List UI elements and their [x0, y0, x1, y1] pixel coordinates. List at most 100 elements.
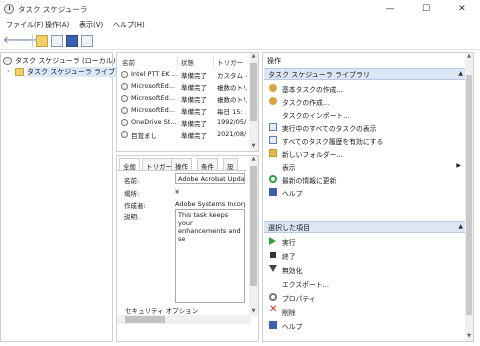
delete-icon: ✕ — [269, 304, 278, 315]
task-details-panel: 全般 トリガー 操作 条件 設 名前: Adobe Acrobat Updat … — [116, 155, 259, 342]
tab-actions[interactable]: 操作 — [171, 158, 192, 171]
run-icon — [269, 237, 276, 245]
navigation-tree: タスク スケジューラ (ローカル) › タスク スケジューラ ライブラリ — [0, 52, 129, 342]
forward-arrow-icon[interactable]: 🡒 — [17, 35, 44, 47]
table-row[interactable]: Intel PTT EK ... 準備完了 カスタム イ — [117, 69, 247, 80]
disable-icon — [269, 265, 277, 272]
details-scrollbar[interactable]: ▲ ▼ — [249, 156, 258, 316]
end-icon — [270, 252, 276, 258]
menu-help[interactable]: ヘルプ(H) — [113, 20, 145, 30]
menu-file[interactable]: ファイル(F) — [6, 20, 44, 30]
column-header-status[interactable]: 状態 — [181, 57, 194, 67]
task-icon — [121, 131, 128, 138]
actions-scrollbar[interactable]: ▲ ▼ — [465, 53, 473, 341]
action-delete[interactable]: ✕ 削除 — [264, 304, 467, 318]
refresh-icon — [269, 175, 277, 183]
action-import-task[interactable]: タスクのインポート... — [264, 108, 467, 120]
scroll-down-icon[interactable]: ▼ — [249, 143, 258, 151]
action-export[interactable]: エクスポート... — [264, 277, 467, 289]
task-scheduler-icon — [4, 4, 14, 14]
create-task-icon — [269, 97, 277, 105]
action-create-basic-task[interactable]: 基本タスクの作成... — [264, 82, 467, 94]
menu-view[interactable]: 表示(V) — [79, 20, 103, 30]
action-create-task[interactable]: タスクの作成... — [264, 95, 467, 107]
new-folder-icon — [269, 149, 277, 157]
action-disable[interactable]: 無効化 — [264, 263, 467, 275]
action-help-selected[interactable]: ヘルプ — [264, 319, 467, 331]
name-field[interactable]: Adobe Acrobat Updat — [175, 173, 245, 184]
expand-chevron-icon[interactable]: › — [7, 68, 15, 75]
name-label: 名前: — [124, 177, 140, 185]
details-horizontal-scrollbar[interactable] — [117, 315, 251, 324]
scroll-thumb[interactable] — [466, 75, 472, 315]
action-refresh[interactable]: 最新の情報に更新 — [264, 173, 467, 185]
menu-action[interactable]: 操作(A) — [45, 20, 69, 30]
running-tasks-icon — [269, 123, 277, 131]
action-end[interactable]: 終了 — [264, 249, 467, 261]
title-bar: タスク スケジューラ — ☐ ✕ — [0, 0, 480, 18]
actions-pane-title: 操作 — [267, 57, 281, 65]
action-new-folder[interactable]: 新しいフォルダー... — [264, 147, 467, 159]
action-view[interactable]: 表示 ▶ — [264, 160, 467, 172]
collapse-caret-icon[interactable]: ▲ — [458, 223, 463, 230]
table-row[interactable]: MicrosoftEd... 準備完了 複数のトリ — [117, 93, 247, 104]
folder-up-icon[interactable] — [36, 35, 48, 47]
tab-conditions[interactable]: 条件 — [197, 158, 218, 171]
task-icon — [121, 107, 128, 114]
scroll-thumb[interactable] — [250, 166, 257, 286]
task-list: 名前 状態 トリガー Intel PTT EK ... 準備完了 カスタム イ … — [116, 52, 259, 152]
scroll-up-icon[interactable]: ▲ — [249, 53, 258, 61]
description-label: 説明: — [124, 213, 140, 221]
description-field[interactable]: This task keeps your enhancements and se — [175, 209, 245, 303]
author-label: 作成者: — [124, 202, 146, 210]
author-value: Adobe Systems Incorp — [175, 200, 245, 208]
action-run[interactable]: 実行 — [264, 235, 467, 247]
properties-icon — [269, 293, 277, 301]
help-icon — [269, 321, 277, 329]
scroll-up-icon[interactable]: ▲ — [249, 156, 258, 164]
column-header-name[interactable]: 名前 — [122, 57, 135, 67]
action-enable-task-history[interactable]: すべてのタスク履歴を有効にする — [264, 134, 467, 146]
submenu-arrow-icon: ▶ — [456, 162, 461, 169]
table-row[interactable]: 目覚まし 準備完了 2021/08/ — [117, 129, 247, 140]
create-basic-task-icon — [269, 84, 277, 92]
scroll-down-icon[interactable]: ▼ — [465, 333, 473, 341]
task-list-scrollbar[interactable]: ▲ ▼ — [249, 53, 258, 151]
location-label: 場所: — [124, 190, 140, 198]
column-header-trigger[interactable]: トリガー — [217, 57, 243, 67]
task-icon — [121, 83, 128, 90]
tab-settings[interactable]: 設 — [223, 158, 238, 171]
task-icon — [121, 119, 128, 126]
folder-icon — [15, 67, 24, 76]
back-arrow-icon[interactable]: 🡐 — [3, 35, 30, 47]
minimize-button[interactable]: — — [372, 0, 408, 18]
action-properties[interactable]: プロパティ — [264, 291, 467, 303]
scroll-up-icon[interactable]: ▲ — [465, 53, 473, 61]
location-value: ¥ — [175, 188, 180, 196]
table-row[interactable]: OneDrive St... 準備完了 1992/05/ — [117, 117, 247, 128]
tree-item-library[interactable]: › タスク スケジューラ ライブラリ — [7, 66, 129, 77]
table-row[interactable]: MicrosoftEd... 準備完了 毎日 15: — [117, 105, 247, 116]
security-options-label: セキュリティ オプション — [125, 307, 199, 315]
close-button[interactable]: ✕ — [444, 0, 480, 18]
action-display-running-tasks[interactable]: 実行中のすべてのタスクの表示 — [264, 121, 467, 133]
section-task-library[interactable]: タスク スケジューラ ライブラリ ▲ — [264, 68, 467, 80]
tree-item-root[interactable]: タスク スケジューラ (ローカル) — [3, 55, 115, 66]
menu-bar: ファイル(F) 操作(A) 表示(V) ヘルプ(H) — [0, 18, 480, 32]
action-help[interactable]: ヘルプ — [264, 186, 467, 198]
actions-pane: 操作 タスク スケジューラ ライブラリ ▲ 基本タスクの作成... タスクの作成… — [262, 52, 474, 342]
pane-icon[interactable] — [81, 35, 93, 47]
task-history-icon — [269, 136, 277, 144]
maximize-button[interactable]: ☐ — [408, 0, 444, 18]
window-title: タスク スケジューラ — [18, 5, 88, 14]
task-icon — [121, 95, 128, 102]
help-icon[interactable] — [66, 35, 78, 47]
horizontal-scroll-thumb[interactable] — [125, 316, 165, 323]
clock-icon — [3, 56, 12, 65]
table-row[interactable]: MicrosoftEd... 準備完了 複数のトリ — [117, 81, 247, 92]
collapse-caret-icon[interactable]: ▲ — [458, 70, 463, 77]
show-hide-tree-icon[interactable] — [51, 35, 63, 47]
toolbar: 🡐 🡒 — [0, 32, 480, 50]
scroll-thumb[interactable] — [250, 63, 257, 121]
section-selected-item[interactable]: 選択した項目 ▲ — [264, 221, 467, 233]
